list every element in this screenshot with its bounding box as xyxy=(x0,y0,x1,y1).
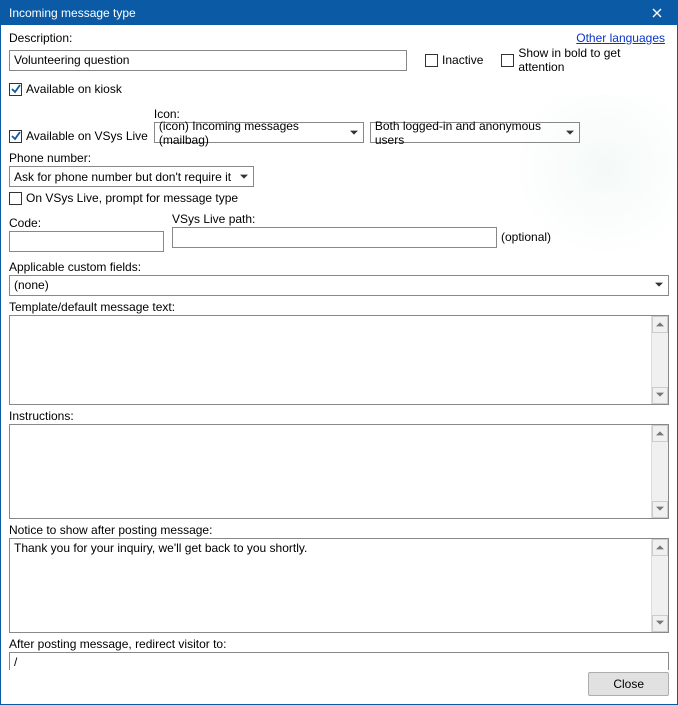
vsys-live-path-input[interactable] xyxy=(172,227,497,248)
description-label: Description: xyxy=(9,31,669,45)
template-text-area[interactable] xyxy=(9,315,669,405)
checkbox-box xyxy=(9,130,22,143)
access-mode-value: Both logged-in and anonymous users xyxy=(375,119,564,147)
instructions-area[interactable] xyxy=(9,424,669,519)
code-label: Code: xyxy=(9,216,164,230)
window-close-button[interactable] xyxy=(637,1,677,25)
scroll-down-button[interactable] xyxy=(652,387,668,404)
access-mode-select[interactable]: Both logged-in and anonymous users xyxy=(370,122,580,143)
chevron-down-icon xyxy=(347,126,361,140)
phone-number-value: Ask for phone number but don't require i… xyxy=(14,170,231,184)
custom-fields-select[interactable]: (none) xyxy=(9,275,669,296)
scroll-up-button[interactable] xyxy=(652,425,668,442)
phone-number-select[interactable]: Ask for phone number but don't require i… xyxy=(9,166,254,187)
icon-select[interactable]: (icon) Incoming messages (mailbag) xyxy=(154,122,364,143)
vsys-live-path-label: VSys Live path: xyxy=(172,212,551,226)
available-vsys-live-label: Available on VSys Live xyxy=(26,129,148,143)
scrollbar[interactable] xyxy=(651,316,668,404)
scroll-down-button[interactable] xyxy=(652,501,668,518)
prompt-message-type-checkbox[interactable]: On VSys Live, prompt for message type xyxy=(9,191,238,205)
notice-label: Notice to show after posting message: xyxy=(9,523,669,537)
dialog-window: Incoming message type Other languages De… xyxy=(0,0,678,705)
template-text-label: Template/default message text: xyxy=(9,300,669,314)
available-kiosk-label: Available on kiosk xyxy=(26,82,122,96)
checkbox-box xyxy=(9,83,22,96)
dialog-content: Other languages Description: Inactive Sh… xyxy=(1,25,677,670)
available-vsys-live-checkbox[interactable]: Available on VSys Live xyxy=(9,129,148,143)
checkbox-box xyxy=(425,54,438,67)
scroll-up-button[interactable] xyxy=(652,539,668,556)
scrollbar[interactable] xyxy=(651,539,668,632)
redirect-label: After posting message, redirect visitor … xyxy=(9,637,669,651)
custom-fields-label: Applicable custom fields: xyxy=(9,260,669,274)
chevron-down-icon xyxy=(652,278,666,292)
close-icon xyxy=(652,8,662,18)
available-kiosk-checkbox[interactable]: Available on kiosk xyxy=(9,82,122,96)
phone-number-label: Phone number: xyxy=(9,151,669,165)
inactive-label: Inactive xyxy=(442,53,483,67)
chevron-down-icon xyxy=(564,126,577,140)
code-input[interactable] xyxy=(9,231,164,252)
close-button[interactable]: Close xyxy=(588,672,669,696)
other-languages-link[interactable]: Other languages xyxy=(576,31,665,45)
scroll-down-button[interactable] xyxy=(652,615,668,632)
optional-label: (optional) xyxy=(501,230,551,244)
show-bold-checkbox[interactable]: Show in bold to get attention xyxy=(501,46,669,74)
description-input[interactable] xyxy=(9,50,407,71)
chevron-down-icon xyxy=(237,170,251,184)
notice-area[interactable]: Thank you for your inquiry, we'll get ba… xyxy=(9,538,669,633)
checkbox-box xyxy=(9,192,22,205)
custom-fields-value: (none) xyxy=(14,278,49,292)
prompt-message-type-label: On VSys Live, prompt for message type xyxy=(26,191,238,205)
scroll-up-button[interactable] xyxy=(652,316,668,333)
instructions-label: Instructions: xyxy=(9,409,669,423)
show-bold-label: Show in bold to get attention xyxy=(518,46,669,74)
dialog-footer: Close xyxy=(1,670,677,704)
scrollbar[interactable] xyxy=(651,425,668,518)
redirect-input[interactable] xyxy=(9,652,669,671)
titlebar: Incoming message type xyxy=(1,1,677,25)
checkbox-box xyxy=(501,54,514,67)
instructions-value xyxy=(10,425,651,518)
window-title: Incoming message type xyxy=(9,6,637,20)
icon-select-value: (icon) Incoming messages (mailbag) xyxy=(159,119,347,147)
template-text-value xyxy=(10,316,651,404)
notice-value: Thank you for your inquiry, we'll get ba… xyxy=(10,539,651,632)
inactive-checkbox[interactable]: Inactive xyxy=(425,53,483,67)
